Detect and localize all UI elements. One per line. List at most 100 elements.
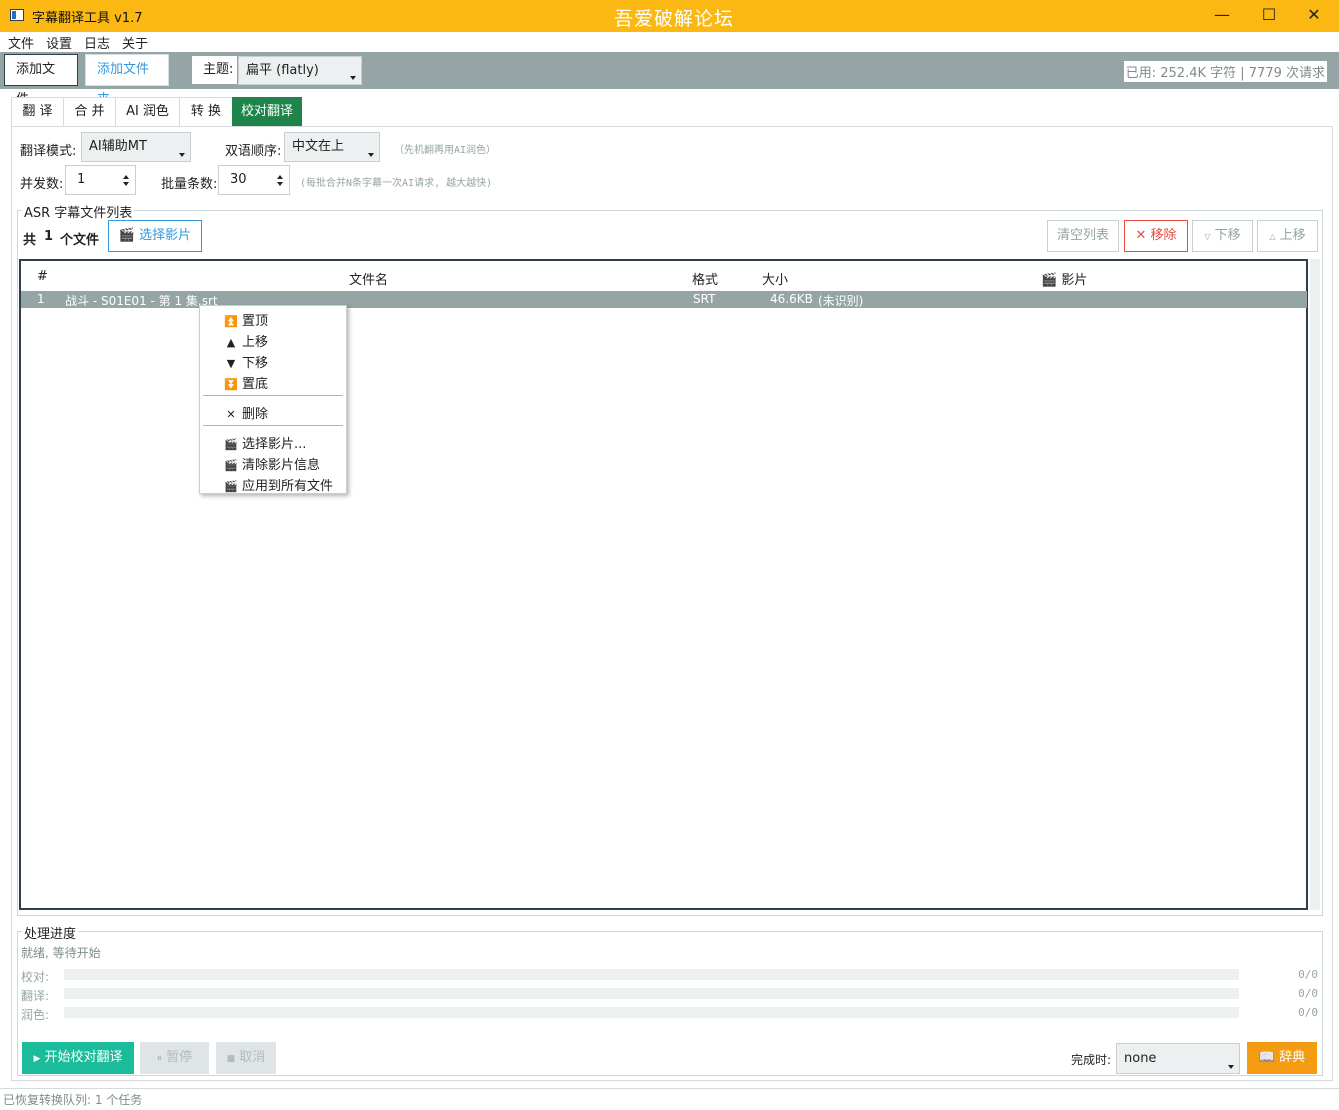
row-movie: (未识别) [818, 294, 864, 308]
ctx-apply-all-label: 应用到所有文件 [242, 479, 334, 494]
move-top-icon: ⏫ [224, 315, 238, 328]
mode-label: 翻译模式: [20, 144, 77, 159]
tab-translate[interactable]: 翻 译 [11, 97, 64, 127]
cancel-button[interactable]: ■ 取消 [216, 1042, 276, 1074]
ctx-delete[interactable]: ✕ 删除 [224, 403, 268, 422]
row-index: 1 [37, 292, 45, 306]
on-finish-select[interactable]: none [1116, 1043, 1240, 1074]
batch-hint: (每批合并N条字幕一次AI请求, 越大越快) [300, 178, 493, 189]
chevron-down-icon [350, 76, 356, 80]
stop-icon: ■ [226, 1054, 236, 1064]
proofread-progress-bar [64, 969, 1239, 980]
column-size[interactable]: 大小 [762, 269, 788, 288]
ctx-move-top[interactable]: ⏫ 置顶 [224, 310, 268, 329]
spin-up-icon[interactable] [277, 175, 283, 179]
context-menu: ⏫ 置顶 ▲ 上移 ▼ 下移 ⏬ 置底 ✕ 删除 🎬 选择影片... 🎬 清除影片信息 🎬 应用… [199, 305, 347, 494]
ctx-move-bottom[interactable]: ⏬ 置底 [224, 373, 268, 392]
status-text: 已恢复转换队列: 1 个任务 [3, 1093, 143, 1107]
menu-file[interactable]: 文件 [8, 33, 34, 52]
close-button[interactable]: ✕ [1302, 4, 1326, 26]
chevron-down-icon [1228, 1065, 1234, 1069]
batch-label: 批量条数: [161, 177, 218, 192]
column-index[interactable]: # [37, 269, 48, 284]
ctx-move-down[interactable]: ▼ 下移 [224, 352, 268, 371]
ctx-apply-all[interactable]: 🎬 应用到所有文件 [224, 475, 333, 494]
chevron-down-icon [179, 153, 185, 157]
file-count-suffix: 个文件 [60, 233, 100, 248]
batch-spinbox[interactable]: 30 [218, 165, 290, 195]
tab-proofread-translate[interactable]: 校对翻译 [232, 97, 302, 127]
watermark-url: www.52pojie.cn [614, 32, 709, 46]
translate-label: 翻译: [21, 989, 50, 1003]
spin-down-icon[interactable] [277, 182, 283, 186]
pause-button[interactable]: ⏸ 暂停 [140, 1042, 209, 1074]
ctx-select-movie-label: 选择影片... [242, 437, 307, 452]
start-label: 开始校对翻译 [44, 1050, 123, 1065]
translate-progress-bar [64, 988, 1239, 999]
cancel-label: 取消 [239, 1050, 266, 1065]
pause-label: 暂停 [166, 1050, 193, 1065]
proofread-label: 校对: [21, 970, 50, 984]
app-icon [10, 9, 24, 21]
triangle-down-icon: ▼ [226, 357, 236, 370]
column-movie[interactable]: 🎬 影片 [1041, 269, 1087, 288]
batch-value: 30 [230, 172, 247, 187]
column-filename[interactable]: 文件名 [349, 269, 388, 288]
move-down-button[interactable]: ▽ 下移 [1192, 220, 1253, 252]
ctx-move-up[interactable]: ▲ 上移 [224, 331, 268, 350]
minimize-button[interactable]: — [1210, 4, 1234, 26]
tab-merge[interactable]: 合 并 [63, 97, 116, 127]
spin-up-icon[interactable] [123, 175, 129, 179]
concurrency-label: 并发数: [20, 177, 64, 192]
column-movie-label: 影片 [1061, 273, 1088, 288]
order-label: 双语顺序: [225, 144, 282, 159]
order-select[interactable]: 中文在上 [284, 132, 380, 162]
ctx-select-movie[interactable]: 🎬 选择影片... [224, 433, 306, 452]
triangle-up-icon: △ [1269, 232, 1276, 241]
tab-convert[interactable]: 转 换 [179, 97, 233, 127]
move-down-label: 下移 [1214, 228, 1241, 243]
row-filename: 战斗 - S01E01 - 第 1 集.srt [65, 294, 218, 308]
menu-about[interactable]: 关于 [122, 33, 148, 52]
row-format: SRT [693, 292, 716, 306]
table-scrollbar[interactable] [1310, 259, 1320, 910]
ctx-move-bottom-label: 置底 [242, 377, 269, 392]
concurrency-spinbox[interactable]: 1 [65, 165, 136, 195]
add-file-button[interactable]: 添加文件 [4, 54, 78, 107]
menu-settings[interactable]: 设置 [46, 33, 72, 52]
file-count-prefix: 共 [23, 233, 37, 248]
maximize-button[interactable]: ☐ [1257, 4, 1281, 26]
move-up-button[interactable]: △ 上移 [1257, 220, 1318, 252]
mode-value: AI辅助MT [89, 139, 147, 154]
triangle-up-icon: ▲ [226, 336, 236, 349]
dictionary-button[interactable]: 📖 辞典 [1247, 1042, 1317, 1074]
usage-stats: 已用: 252.4K 字符 | 7779 次请求 [1123, 61, 1327, 82]
select-movie-button[interactable]: 🎬 选择影片 [108, 220, 202, 252]
menu-log[interactable]: 日志 [84, 33, 110, 52]
proofread-count: 0/0 [1298, 968, 1318, 981]
chevron-down-icon [368, 153, 374, 157]
clapperboard-icon: 🎬 [1041, 273, 1058, 288]
theme-label: 主题: [192, 56, 238, 84]
column-format[interactable]: 格式 [692, 269, 718, 288]
clear-list-button[interactable]: 清空列表 [1047, 220, 1119, 252]
theme-value: 扁平 (flatly) [246, 63, 319, 78]
concurrency-value: 1 [77, 172, 86, 187]
ctx-move-up-label: 上移 [242, 335, 269, 350]
clapperboard-icon: 🎬 [224, 459, 238, 472]
add-folder-button[interactable]: 添加文件夹 [85, 54, 169, 107]
title-bar: 字幕翻译工具 v1.7 吾爱破解论坛 — ☐ ✕ [0, 0, 1339, 32]
ctx-clear-movie[interactable]: 🎬 清除影片信息 [224, 454, 320, 473]
watermark: 吾爱破解论坛 [614, 8, 735, 30]
theme-select[interactable]: 扁平 (flatly) [238, 56, 362, 85]
mode-select[interactable]: AI辅助MT [81, 132, 191, 162]
file-count: 1 [44, 229, 54, 244]
dictionary-label: 辞典 [1279, 1050, 1306, 1065]
remove-button[interactable]: ✕ 移除 [1124, 220, 1188, 252]
translate-count: 0/0 [1298, 987, 1318, 1000]
spin-down-icon[interactable] [123, 182, 129, 186]
mode-hint: （先机翻再用AI润色） [394, 145, 497, 156]
start-button[interactable]: ▶ 开始校对翻译 [22, 1042, 134, 1074]
clapperboard-icon: 🎬 [224, 438, 238, 451]
tab-ai-polish[interactable]: AI 润色 [115, 97, 180, 127]
